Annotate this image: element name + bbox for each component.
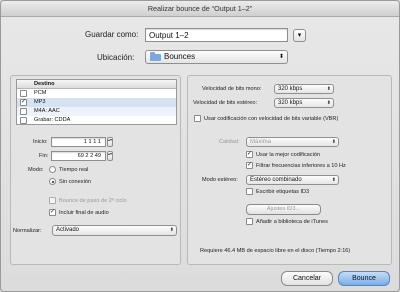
expand-button[interactable]: ▾ <box>293 29 306 42</box>
folder-icon <box>150 52 161 61</box>
vbr-checkbox[interactable] <box>194 115 201 122</box>
stereo-bitrate-label: Velocidad de bits estéreo: <box>193 100 258 106</box>
destination-row-mp3[interactable]: ✓ MP3 <box>17 98 176 107</box>
realtime-radio[interactable] <box>49 166 56 173</box>
mode-label: Modo: <box>28 167 44 173</box>
end-stepper[interactable]: ▴▾ <box>107 151 113 161</box>
bounce-dialog: Realizar bounce de “Output 1–2” Guardar … <box>0 0 400 292</box>
stereo-bitrate-popup[interactable]: 320 kbps ⬍ <box>274 98 334 108</box>
popup-arrows-icon: ⬍ <box>326 86 331 92</box>
mono-bitrate-popup[interactable]: 320 kbps ⬍ <box>274 84 334 94</box>
location-label: Ubicación: <box>97 53 135 62</box>
mp3-checkbox[interactable]: ✓ <box>20 99 27 106</box>
start-field[interactable]: 1 1 1 1 <box>51 137 106 147</box>
include-tail-checkbox[interactable]: ✓ <box>49 209 56 216</box>
quality-popup[interactable]: Máxima ⬍ <box>246 137 339 147</box>
m4a-checkbox[interactable] <box>20 108 27 115</box>
popup-arrows-icon: ⬍ <box>331 139 336 145</box>
location-popup[interactable]: Bounces ⬍ <box>145 50 288 64</box>
popup-arrows-icon: ⬍ <box>169 227 174 233</box>
normalize-label: Normalizar: <box>13 228 42 234</box>
bounce-button[interactable]: Bounce <box>338 271 390 286</box>
quality-label: Calidad: <box>219 139 240 145</box>
filter-checkbox[interactable]: ✓ <box>246 162 253 169</box>
best-encoding-checkbox[interactable]: ✓ <box>246 151 253 158</box>
save-as-field[interactable]: Output 1–2 <box>145 28 288 42</box>
normalize-popup[interactable]: Activado ⬍ <box>52 225 177 236</box>
offline-radio[interactable] <box>49 178 56 185</box>
end-field[interactable]: 69 2 2 49 <box>51 151 106 161</box>
best-encoding-label: Usar la mejor codificación <box>256 152 321 158</box>
cdda-checkbox[interactable] <box>20 117 27 124</box>
stereo-mode-label: Modo estéreo: <box>202 177 238 183</box>
filter-label: Filtrar frecuencias inferiores a 10 Hz <box>256 163 346 169</box>
popup-arrows-icon: ⬍ <box>331 177 336 183</box>
stereo-mode-popup[interactable]: Estéreo combinado ⬍ <box>246 175 339 185</box>
destination-table: Destino PCM ✓ MP3 M4A: AAC Grabar: CDDA <box>16 79 177 125</box>
chevron-down-icon: ▾ <box>297 32 302 39</box>
offline-label: Sin conexión <box>59 179 92 185</box>
location-value: Bounces <box>164 52 196 61</box>
second-cycle-checkbox[interactable] <box>49 197 56 204</box>
cancel-button[interactable]: Cancelar <box>281 271 333 286</box>
vbr-label: Usar codificación con velocidad de bits … <box>204 116 339 122</box>
destination-row-cdda[interactable]: Grabar: CDDA <box>17 116 176 125</box>
disk-requirement-text: Requiere 46.4 MB de espacio libre en el … <box>200 248 351 254</box>
window-title: Realizar bounce de “Output 1–2” <box>1 1 399 17</box>
destination-row-m4a[interactable]: M4A: AAC <box>17 107 176 116</box>
itunes-label: Añadir a biblioteca de iTunes <box>256 219 328 225</box>
pcm-checkbox[interactable] <box>20 90 27 97</box>
id3-label: Escribir etiquetas ID3 <box>256 189 310 195</box>
second-cycle-label: Bounce de paso de 2º ciclo <box>59 198 127 204</box>
popup-arrows-icon: ⬍ <box>326 100 331 106</box>
popup-arrows-icon: ⬍ <box>278 54 284 60</box>
id3-checkbox[interactable] <box>246 188 253 195</box>
start-label: Inicio: <box>33 139 48 145</box>
save-as-label: Guardar como: <box>85 30 139 39</box>
destination-header: Destino <box>17 80 176 89</box>
id3-settings-button[interactable]: Ajustes ID3... <box>246 204 321 215</box>
realtime-label: Tiempo real <box>59 167 89 173</box>
right-panel: Velocidad de bits mono: 320 kbps ⬍ Veloci… <box>187 75 392 265</box>
left-panel: Destino PCM ✓ MP3 M4A: AAC Grabar: CDDA … <box>10 75 181 265</box>
include-tail-label: Incluir final de audio <box>59 210 109 216</box>
mono-bitrate-label: Velocidad de bits mono: <box>202 86 262 92</box>
itunes-checkbox[interactable] <box>246 218 253 225</box>
destination-row-pcm[interactable]: PCM <box>17 89 176 98</box>
start-stepper[interactable]: ▴▾ <box>107 137 113 147</box>
end-label: Fin: <box>39 153 49 159</box>
